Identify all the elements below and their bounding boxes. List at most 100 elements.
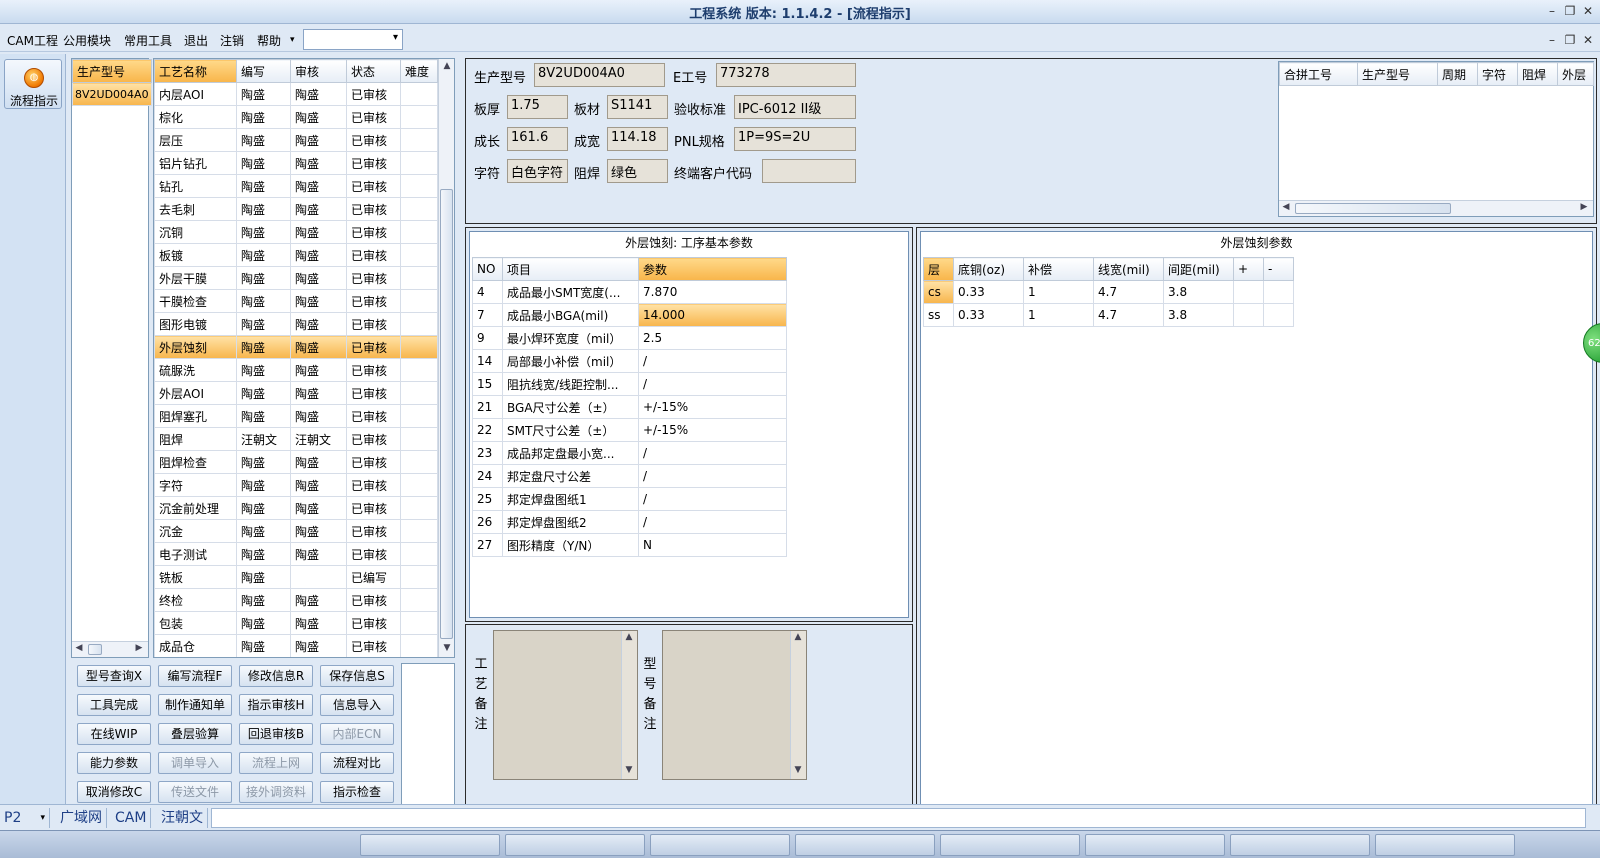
merge-col-header[interactable]: 字符 [1477,62,1518,86]
prod-model-field[interactable]: 8V2UD004A0 [534,63,665,87]
status-tab-user[interactable]: 汪朝文 [157,808,208,828]
scroll-up-icon[interactable]: ▲ [622,632,636,642]
process-row[interactable]: 电子测试 陶盛 陶盛 已审核 [154,542,438,566]
taskbar-item[interactable] [650,834,790,856]
process-row[interactable]: 层压 陶盛 陶盛 已审核 [154,128,438,152]
basic-params-row[interactable]: 22 SMT尺寸公差（±） +/-15% [472,418,787,442]
merge-grid-hscroll[interactable]: ◀ ▶ [1279,200,1593,216]
nav-flow-button[interactable]: ◍ 流程指示 [4,59,62,109]
etch-params-cell[interactable]: 0.33 [953,280,1024,304]
basic-params-cell[interactable]: / [638,441,787,465]
pnl-field[interactable]: 1P=9S=2U [734,127,856,151]
status-tab-wan[interactable]: 广域网 [56,808,107,828]
action-button[interactable]: 调单导入 [158,752,232,774]
menu-exit[interactable]: 退出 [184,32,208,49]
process-col-header[interactable]: 难度 [400,59,438,83]
mdi-close-button[interactable]: ✕ [1579,32,1597,49]
basic-params-cell[interactable]: / [638,487,787,511]
merge-col-header[interactable]: 阻焊 [1517,62,1558,86]
basic-params-row[interactable]: 21 BGA尺寸公差（±） +/-15% [472,395,787,419]
process-row[interactable]: 棕化 陶盛 陶盛 已审核 [154,105,438,129]
scroll-down-icon[interactable]: ▼ [791,765,805,775]
etch-params-cell[interactable]: 1 [1023,280,1094,304]
process-row[interactable]: 板镀 陶盛 陶盛 已审核 [154,243,438,267]
close-button[interactable]: ✕ [1579,3,1597,20]
menu-cam[interactable]: CAM工程 [7,32,58,49]
action-button[interactable]: 编写流程F [158,665,232,687]
process-row[interactable]: 包装 陶盛 陶盛 已审核 [154,611,438,635]
menu-logout[interactable]: 注销 [220,32,244,49]
width-field[interactable]: 114.18 [607,127,668,151]
basic-params-cell[interactable]: / [638,349,787,373]
char-field[interactable]: 白色字符 [507,159,568,183]
process-row[interactable]: 阻焊检查 陶盛 陶盛 已审核 [154,450,438,474]
process-row[interactable]: 外层蚀刻 陶盛 陶盛 已审核 [154,335,438,359]
action-button[interactable]: 流程对比 [320,752,394,774]
action-button[interactable]: 工具完成 [77,694,151,716]
etch-params-col-header[interactable]: + [1233,257,1264,281]
taskbar-item[interactable] [1375,834,1515,856]
action-button[interactable]: 修改信息R [239,665,313,687]
action-button[interactable]: 叠层验算 [158,723,232,745]
basic-params-row[interactable]: 4 成品最小SMT宽度(... 7.870 [472,280,787,304]
customer-field[interactable] [762,159,856,183]
process-row[interactable]: 干膜检查 陶盛 陶盛 已审核 [154,289,438,313]
etch-params-cell[interactable]: 0.33 [953,303,1024,327]
model-list-item[interactable]: 8V2UD004A0 [72,82,152,106]
scroll-up-icon[interactable]: ▲ [440,61,454,71]
menu-common-modules[interactable]: 公用模块 [63,32,111,49]
basic-params-col-header[interactable]: NO [472,257,503,281]
mdi-minimize-button[interactable]: – [1543,32,1561,49]
standard-field[interactable]: IPC-6012 II级 [734,95,856,119]
action-button[interactable]: 在线WIP [77,723,151,745]
etch-params-cell[interactable] [1233,303,1264,327]
minimize-button[interactable]: – [1543,3,1561,20]
taskbar-item[interactable] [360,834,500,856]
process-row[interactable]: 沉铜 陶盛 陶盛 已审核 [154,220,438,244]
merge-col-header[interactable]: 外层 [1557,62,1594,86]
mask-field[interactable]: 绿色 [607,159,668,183]
model-list-header[interactable]: 生产型号 [72,59,152,83]
action-button[interactable]: 传送文件 [158,781,232,803]
status-combo[interactable]: P2 ▾ [4,808,50,828]
etch-params-col-header[interactable]: 底铜(oz) [953,257,1024,281]
basic-params-cell[interactable]: / [638,510,787,534]
process-grid-vscroll-thumb[interactable] [440,189,453,639]
action-button[interactable]: 指示检查 [320,781,394,803]
basic-params-row[interactable]: 14 局部最小补偿（mil） / [472,349,787,373]
basic-params-row[interactable]: 27 图形精度（Y/N） N [472,533,787,557]
process-row[interactable]: 外层干膜 陶盛 陶盛 已审核 [154,266,438,290]
merge-col-header[interactable]: 周期 [1437,62,1478,86]
action-button[interactable]: 取消修改C [77,781,151,803]
mdi-restore-button[interactable]: ❐ [1561,32,1579,49]
menu-common-tools[interactable]: 常用工具 [124,32,172,49]
basic-params-row[interactable]: 23 成品邦定盘最小宽... / [472,441,787,465]
etch-params-cell[interactable] [1233,280,1264,304]
etch-params-col-header[interactable]: 层 [923,257,954,281]
etch-params-cell[interactable]: 4.7 [1093,303,1164,327]
scroll-down-icon[interactable]: ▼ [440,643,454,653]
etch-params-cell[interactable]: 3.8 [1163,303,1234,327]
help-dropdown-icon[interactable]: ▾ [290,35,295,45]
etch-params-cell[interactable]: 3.8 [1163,280,1234,304]
action-button[interactable]: 指示审核H [239,694,313,716]
scroll-down-icon[interactable]: ▼ [622,765,636,775]
taskbar-item[interactable] [505,834,645,856]
process-grid-vscroll[interactable]: ▲ ▼ [438,59,454,657]
basic-params-cell[interactable]: 2.5 [638,326,787,350]
basic-params-row[interactable]: 25 邦定焊盘图纸1/ [472,487,787,511]
model-list-hscroll-thumb[interactable] [88,644,102,655]
etch-params-cell[interactable] [1263,303,1294,327]
etch-params-cell[interactable]: 4.7 [1093,280,1164,304]
process-row[interactable]: 阻焊塞孔 陶盛 陶盛 已审核 [154,404,438,428]
scroll-left-icon[interactable]: ◀ [1279,202,1293,212]
etch-params-col-header[interactable]: 补偿 [1023,257,1094,281]
model-memo-textarea[interactable]: ▲ ▼ [662,630,807,780]
taskbar-item[interactable] [940,834,1080,856]
action-button[interactable]: 接外调资料 [239,781,313,803]
etch-params-cell[interactable] [1263,280,1294,304]
action-button[interactable]: 保存信息S [320,665,394,687]
process-col-header[interactable]: 编写 [236,59,291,83]
process-row[interactable]: 图形电镀 陶盛 陶盛 已审核 [154,312,438,336]
e-no-field[interactable]: 773278 [716,63,856,87]
